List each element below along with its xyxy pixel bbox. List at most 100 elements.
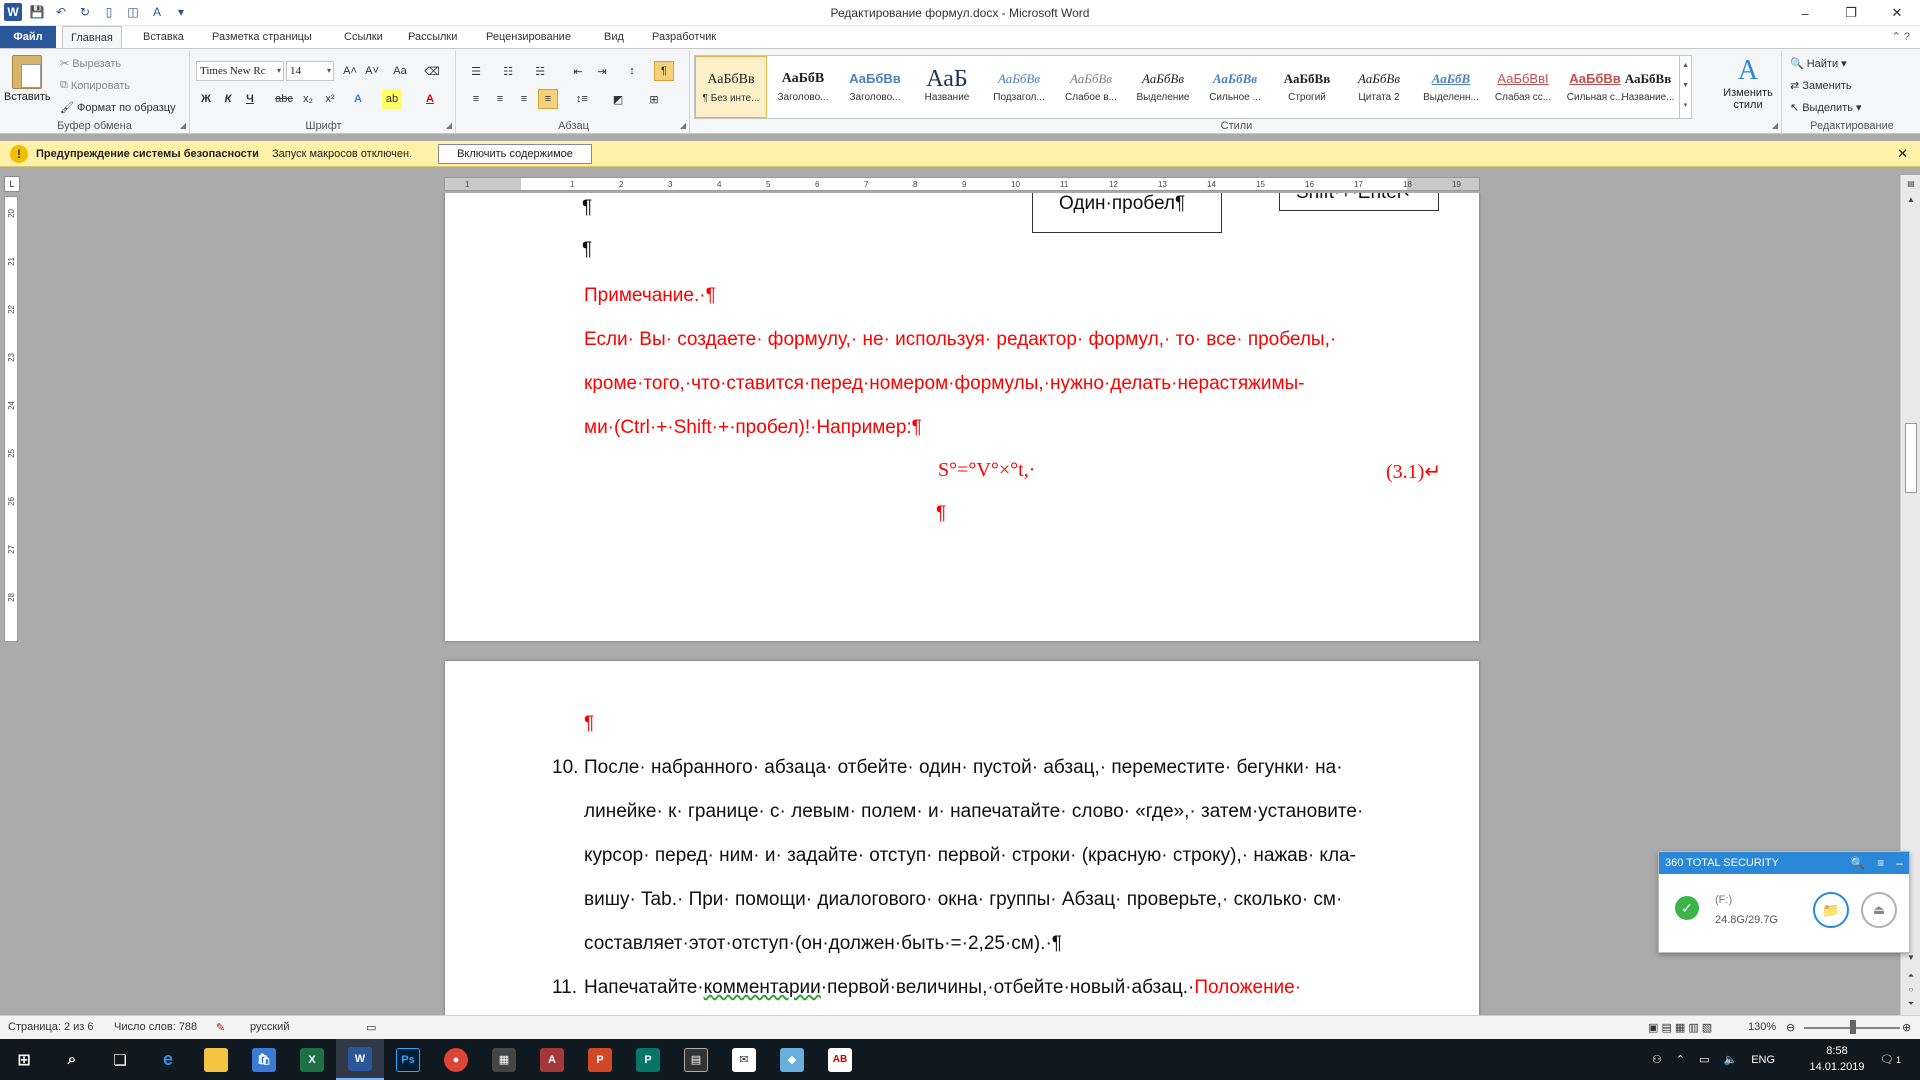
zoom-slider-thumb[interactable] <box>1850 1020 1856 1034</box>
format-painter-button[interactable]: 🖌 Формат по образцу <box>60 101 176 115</box>
decrease-indent-button[interactable]: ⇤ <box>568 61 588 81</box>
previous-page-icon[interactable]: ⏶ <box>1901 971 1920 981</box>
people-icon[interactable]: ⚇ <box>1652 1053 1662 1066</box>
tab-selector-button[interactable]: L <box>4 176 20 192</box>
ruler-toggle-icon[interactable]: ▤ <box>1901 179 1920 188</box>
numbering-button[interactable]: ☷ <box>498 61 518 81</box>
task-view-button[interactable]: ❏ <box>96 1039 144 1080</box>
style-subtitle[interactable]: АаБбВв Подзагол... <box>983 56 1055 118</box>
style-intense-emphasis[interactable]: АаБбВв Сильное ... <box>1199 56 1271 118</box>
view-buttons[interactable]: ▣ ▤ ▦ ▥ ▧ <box>1648 1021 1712 1034</box>
strikethrough-button[interactable]: abc <box>274 89 294 109</box>
styles-gallery-scroll[interactable]: ▲ ▼ ▾ <box>1679 56 1691 118</box>
taskbar-calculator[interactable]: ▦ <box>480 1039 528 1080</box>
close-window-button[interactable]: ✕ <box>1874 0 1920 26</box>
paste-button[interactable]: Вставить <box>4 55 51 103</box>
ribbon-help-icon[interactable]: ⌃ ? <box>1892 30 1910 43</box>
font-color-button[interactable]: A <box>420 89 440 109</box>
clipboard-launcher-icon[interactable]: ◢ <box>180 121 186 130</box>
taskbar-app[interactable]: ◆ <box>768 1039 816 1080</box>
tab-insert[interactable]: Вставка <box>135 26 192 48</box>
style-intense-quote[interactable]: АаБбВ Выделенн... <box>1415 56 1487 118</box>
taskbar-powerpoint[interactable]: P <box>576 1039 624 1080</box>
style-subtle-emphasis[interactable]: АаБбВв Слабое в... <box>1055 56 1127 118</box>
action-center-button[interactable]: 🗨 1 <box>1880 1039 1901 1080</box>
style-heading-1[interactable]: АаБбВ Заголово... <box>767 56 839 118</box>
popup-menu-icon[interactable]: ≡ <box>1877 852 1884 874</box>
style-subtle-reference[interactable]: АаБбВвI Слабая сс... <box>1487 56 1559 118</box>
taskbar-video[interactable]: ▤ <box>672 1039 720 1080</box>
grammar-flagged-word[interactable]: комментарии <box>704 977 821 998</box>
tab-page-layout[interactable]: Разметка страницы <box>204 26 320 48</box>
change-case-button[interactable]: Aa <box>390 61 410 81</box>
start-button[interactable]: ⊞ <box>0 1039 48 1080</box>
bold-button[interactable]: Ж <box>196 89 216 109</box>
scroll-up-icon[interactable]: ▲ <box>1901 195 1920 204</box>
vertical-ruler[interactable]: 20 21 22 23 24 25 26 27 28 <box>4 196 18 642</box>
style-no-spacing[interactable]: АаБбВв ¶ Без инте... <box>695 56 767 118</box>
increase-indent-button[interactable]: ⇥ <box>592 61 612 81</box>
taskbar-excel[interactable]: X <box>288 1039 336 1080</box>
network-icon[interactable]: ▭ <box>1699 1053 1709 1066</box>
shrink-font-button[interactable]: A˅ <box>362 61 382 81</box>
line-spacing-button[interactable]: ↕≡ <box>568 89 596 109</box>
subscript-button[interactable]: x₂ <box>298 89 318 109</box>
highlight-button[interactable]: ab <box>382 89 402 109</box>
popup-minimize-icon[interactable]: – <box>1896 852 1903 874</box>
clock[interactable]: 8:58 14.01.2019 <box>1802 1043 1872 1075</box>
tab-mailings[interactable]: Рассылки <box>400 26 465 48</box>
eject-button[interactable]: ⏏ <box>1861 892 1897 928</box>
style-strong[interactable]: АаБбВв Строгий <box>1271 56 1343 118</box>
taskbar-abbyy[interactable]: AB <box>816 1039 864 1080</box>
scroll-thumb[interactable] <box>1905 423 1917 493</box>
input-language[interactable]: ENG <box>1751 1054 1775 1066</box>
font-launcher-icon[interactable]: ◢ <box>446 121 452 130</box>
sort-button[interactable]: ↕ <box>622 61 642 81</box>
tab-developer[interactable]: Разработчик <box>644 26 724 48</box>
open-folder-button[interactable]: 📁 <box>1813 892 1849 928</box>
shading-button[interactable]: ◩ <box>608 89 628 109</box>
page-count[interactable]: Страница: 2 из 6 <box>8 1021 94 1033</box>
tab-view[interactable]: Вид <box>596 26 632 48</box>
align-left-button[interactable]: ≡ <box>466 89 486 109</box>
restore-button[interactable]: ❐ <box>1828 0 1874 26</box>
tab-file[interactable]: Файл <box>0 26 56 48</box>
taskbar-edge[interactable]: e <box>144 1039 192 1080</box>
proofing-icon[interactable]: ✎ <box>216 1021 225 1034</box>
tab-home[interactable]: Главная <box>62 26 122 49</box>
search-button[interactable]: ⌕ <box>48 1039 96 1080</box>
italic-button[interactable]: К <box>218 89 238 109</box>
find-button[interactable]: 🔍 Найти ▾ <box>1790 57 1847 71</box>
align-center-button[interactable]: ≡ <box>490 89 510 109</box>
taskbar-store[interactable]: 🛍 <box>240 1039 288 1080</box>
next-page-icon[interactable]: ⏷ <box>1901 999 1920 1009</box>
bullets-button[interactable]: ☰ <box>466 61 486 81</box>
word-count[interactable]: Число слов: 788 <box>114 1021 197 1033</box>
taskbar-chrome[interactable]: ● <box>432 1039 480 1080</box>
zoom-level[interactable]: 130% <box>1748 1021 1776 1033</box>
borders-button[interactable]: ⊞ <box>644 89 664 109</box>
minimize-button[interactable]: – <box>1782 0 1828 26</box>
tray-expand-icon[interactable]: ⌃ <box>1676 1053 1685 1066</box>
scroll-down-icon[interactable]: ▼ <box>1901 953 1920 962</box>
macro-record-icon[interactable]: ▭ <box>366 1021 376 1034</box>
volume-icon[interactable]: 🔈 <box>1724 1053 1738 1066</box>
style-book-title[interactable]: АаБбВв Название... <box>1617 56 1679 118</box>
tab-references[interactable]: Ссылки <box>336 26 391 48</box>
superscript-button[interactable]: x² <box>320 89 340 109</box>
zoom-out-icon[interactable]: ⊖ <box>1786 1021 1795 1034</box>
language[interactable]: русский <box>250 1021 289 1033</box>
browse-object-icon[interactable]: ○ <box>1901 985 1920 994</box>
popup-search-icon[interactable]: 🔍 <box>1850 852 1865 874</box>
styles-launcher-icon[interactable]: ◢ <box>1772 121 1778 130</box>
style-emphasis[interactable]: АаБбВв Выделение <box>1127 56 1199 118</box>
copy-button[interactable]: ⧉ Копировать <box>60 79 130 92</box>
taskbar-explorer[interactable] <box>192 1039 240 1080</box>
close-security-bar-icon[interactable]: ✕ <box>1897 146 1908 162</box>
show-formatting-marks-button[interactable]: ¶ <box>654 61 674 81</box>
select-button[interactable]: ↖ Выделить ▾ <box>1790 101 1862 115</box>
tab-review[interactable]: Рецензирование <box>478 26 579 48</box>
taskbar-mail[interactable]: ✉ <box>720 1039 768 1080</box>
multilevel-list-button[interactable]: ☵ <box>530 61 550 81</box>
style-heading-2[interactable]: АаБбВв Заголово... <box>839 56 911 118</box>
